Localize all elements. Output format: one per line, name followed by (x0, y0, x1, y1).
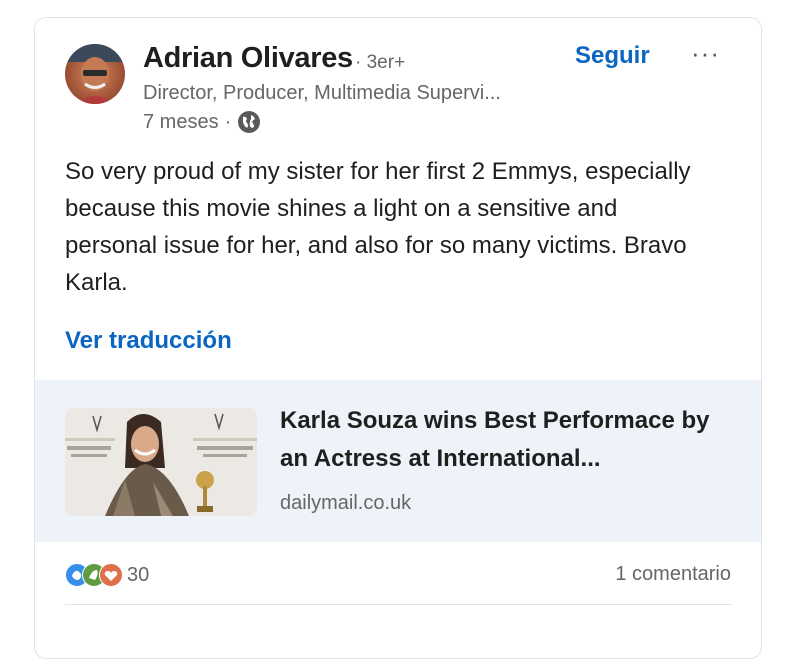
post-meta: 7 meses · (143, 110, 261, 134)
connection-degree: · 3er+ (355, 52, 406, 73)
comments-count-link[interactable]: 1 comentario (615, 563, 731, 586)
reactions-summary[interactable]: 30 (65, 563, 149, 587)
author-name[interactable]: Adrian Olivares (143, 42, 353, 75)
article-source: dailymail.co.uk (280, 492, 412, 514)
reaction-icons (65, 563, 123, 587)
article-title: Karla Souza wins Best Performace by an A… (280, 407, 710, 472)
love-icon (99, 563, 123, 587)
article-preview[interactable]: Karla Souza wins Best Performace by an A… (35, 380, 761, 542)
more-options-button[interactable]: ··· (691, 38, 720, 69)
meta-separator: · (224, 110, 232, 133)
article-thumbnail (65, 408, 257, 516)
author-headline: Director, Producer, Multimedia Supervi..… (143, 82, 501, 104)
divider (65, 604, 731, 605)
see-translation-link[interactable]: Ver traducción (65, 327, 232, 355)
reaction-count: 30 (127, 563, 150, 586)
post-text: So very proud of my sister for her first… (65, 158, 691, 296)
feed-post-card: Adrian Olivares · 3er+ Director, Produce… (34, 17, 762, 659)
post-time: 7 meses (143, 110, 219, 133)
globe-icon (237, 110, 261, 134)
author-avatar[interactable] (65, 44, 125, 104)
follow-button[interactable]: Seguir (575, 42, 650, 70)
